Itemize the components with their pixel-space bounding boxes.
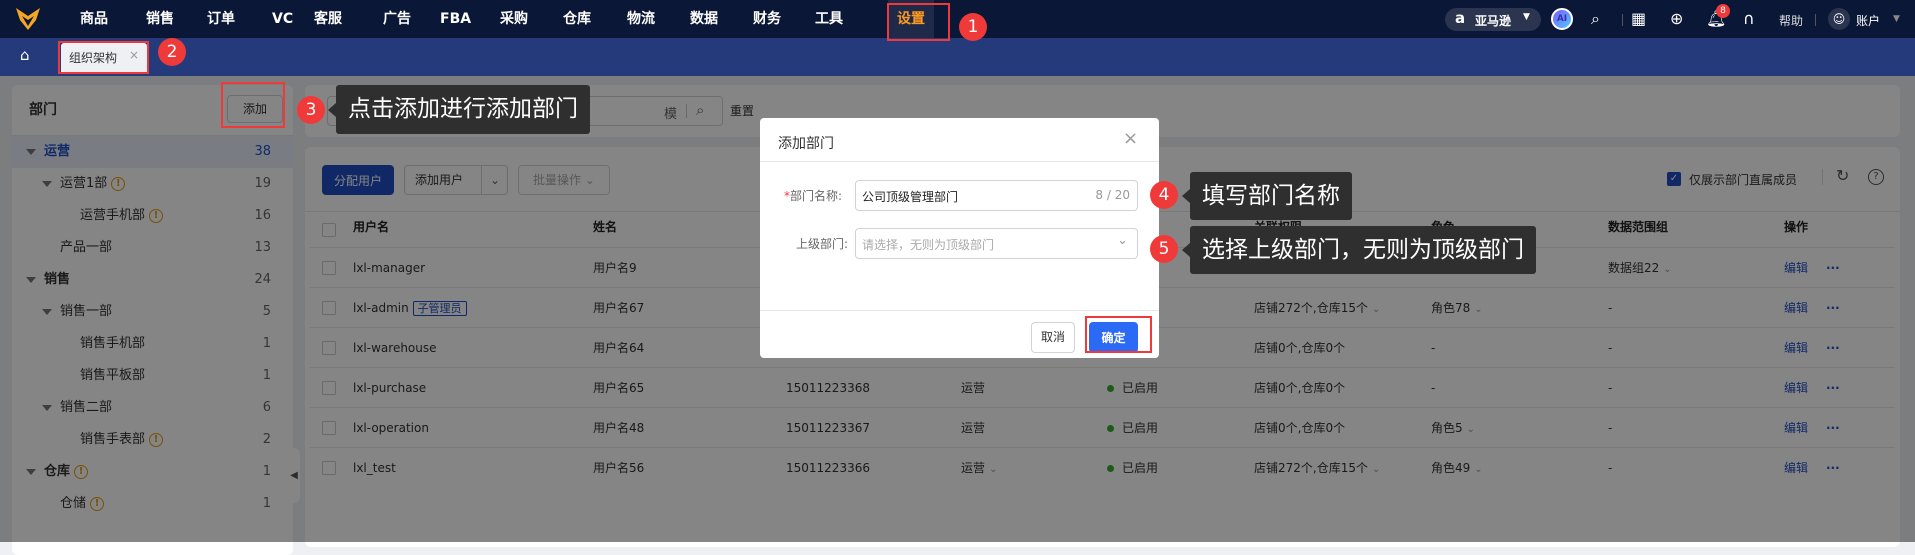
annotation-highlight-settings	[887, 3, 950, 41]
nav-item[interactable]: 数据	[690, 0, 718, 38]
divider	[760, 161, 1159, 162]
marketplace-selector[interactable]: a 亚马逊 ▼	[1445, 8, 1541, 31]
top-nav: 商品 销售 订单 VC 客服 广告 FBA 采购 仓库 物流 数据 财务 工具 设置 a 亚马逊 ▼ AI…	[0, 0, 1915, 38]
marketplace-label: 亚马逊	[1475, 14, 1512, 28]
nav-item[interactable]: 订单	[207, 0, 235, 38]
dialog-title: 添加部门	[778, 136, 834, 152]
divider	[1622, 14, 1623, 26]
annotation-tooltip-5: 选择上级部门，无则为顶级部门	[1182, 226, 1536, 274]
annotation-highlight-add	[221, 82, 285, 128]
logo-icon[interactable]	[16, 8, 40, 30]
download-icon[interactable]: ⊕	[1670, 0, 1683, 38]
apps-grid-icon[interactable]: ▦	[1631, 0, 1646, 38]
annotation-highlight-confirm	[1085, 316, 1152, 353]
nav-item[interactable]: 销售	[146, 0, 174, 38]
parent-department-placeholder: 请选择，无则为顶级部门	[862, 238, 995, 252]
nav-item[interactable]: 广告	[383, 0, 411, 38]
cancel-button[interactable]: 取消	[1031, 322, 1075, 353]
ai-button[interactable]: AI	[1551, 8, 1573, 30]
parent-department-select[interactable]: 请选择，无则为顶级部门 ⌄	[855, 228, 1138, 259]
nav-item[interactable]: 物流	[627, 0, 655, 38]
annotation-step-5: 5	[1150, 235, 1178, 263]
home-icon[interactable]: ⌂	[20, 46, 30, 64]
nav-item[interactable]: 财务	[753, 0, 781, 38]
annotation-step-3: 3	[297, 96, 325, 124]
search-icon[interactable]: ⌕	[1591, 0, 1600, 38]
character-counter: 8 / 20	[1095, 188, 1130, 202]
nav-item[interactable]: FBA	[440, 0, 471, 38]
chevron-down-icon: ⌄	[1117, 233, 1128, 248]
account-menu[interactable]: 账户	[1856, 12, 1880, 29]
nav-item[interactable]: 采购	[500, 0, 528, 38]
nav-item[interactable]: 商品	[80, 0, 108, 38]
divider	[1815, 14, 1816, 26]
notification-badge: 8	[1716, 4, 1730, 18]
caret-down-icon: ▼	[1523, 12, 1530, 22]
amazon-icon: a	[1455, 9, 1466, 27]
nav-item[interactable]: VC	[272, 0, 293, 38]
annotation-highlight-tab	[58, 41, 149, 74]
help-link[interactable]: 帮助	[1779, 12, 1803, 29]
tab-bar: ⌂ 组织架构 ×	[0, 38, 1915, 76]
nav-item[interactable]: 工具	[815, 0, 843, 38]
annotation-step-1: 1	[959, 13, 987, 41]
avatar[interactable]: ☺	[1828, 8, 1850, 30]
nav-item[interactable]: 仓库	[563, 0, 591, 38]
headset-icon[interactable]: ∩	[1743, 0, 1755, 38]
annotation-step-2: 2	[158, 38, 186, 66]
divider	[760, 310, 1159, 311]
close-icon[interactable]: ×	[1123, 128, 1138, 149]
department-name-input[interactable]: 公司顶级管理部门 8 / 20	[855, 180, 1138, 211]
annotation-tooltip-4: 填写部门名称	[1182, 172, 1352, 220]
nav-item[interactable]: 客服	[314, 0, 342, 38]
annotation-step-4: 4	[1150, 181, 1178, 209]
parent-department-label: 上级部门:	[796, 237, 849, 251]
department-name-value: 公司顶级管理部门	[862, 190, 959, 204]
department-name-label: 部门名称:	[790, 189, 843, 203]
caret-down-icon: ▼	[1893, 14, 1900, 24]
annotation-tooltip-3: 点击添加进行添加部门	[328, 85, 590, 134]
